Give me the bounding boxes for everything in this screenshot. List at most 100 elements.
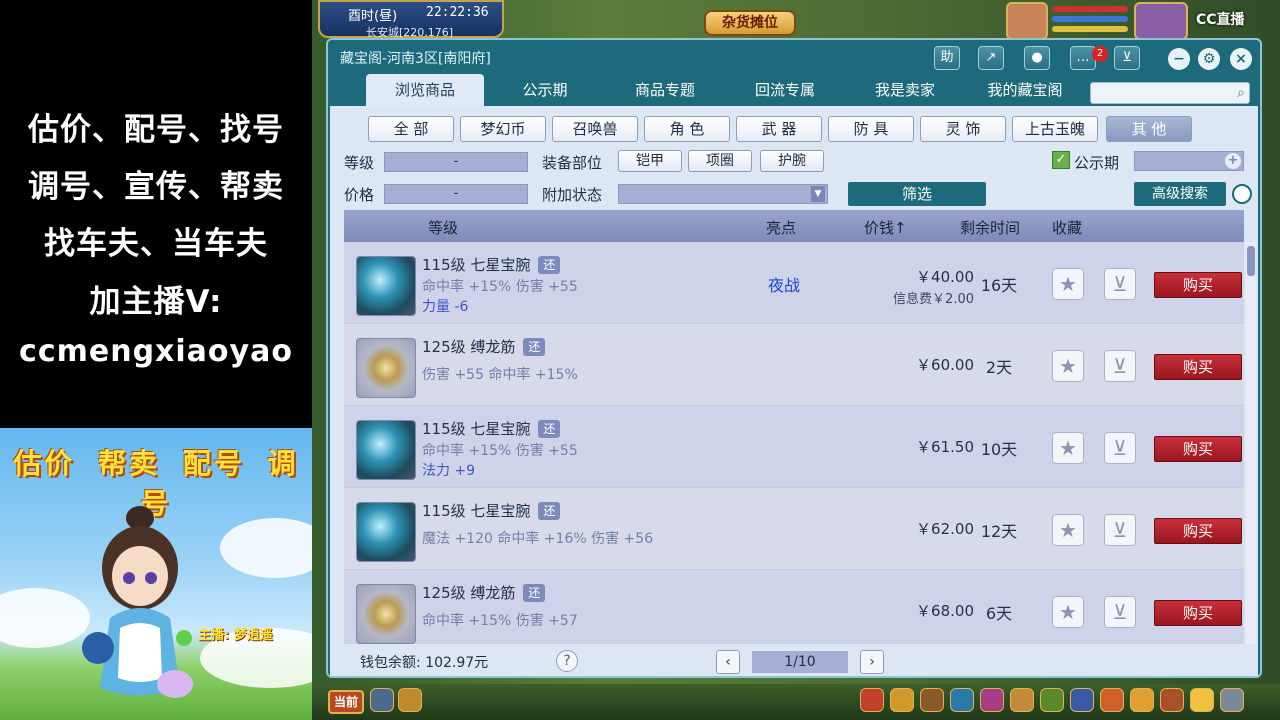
menu-shortcut-icon[interactable]	[1130, 688, 1154, 712]
menu-shortcut-icon[interactable]	[1010, 688, 1034, 712]
plus-icon[interactable]: +	[1225, 153, 1241, 169]
menu-shortcut-icon[interactable]	[1160, 688, 1184, 712]
prev-page-button[interactable]: ‹	[716, 650, 740, 674]
filter-button[interactable]: 筛选	[848, 182, 986, 206]
microphone-icon[interactable]	[370, 688, 394, 712]
window-title: 藏宝阁-河南3区[南阳府]	[340, 51, 491, 67]
table-header: 等级 亮点 价钱↑ 剩余时间 收藏	[344, 210, 1244, 242]
star-icon[interactable]: ★	[1052, 268, 1084, 300]
category-accessories-button[interactable]: 灵 饰	[920, 116, 1006, 142]
chat-bubble-icon[interactable]	[398, 688, 422, 712]
player-portrait[interactable]	[1134, 2, 1188, 40]
header-remaining-time[interactable]: 剩余时间	[960, 217, 1020, 238]
window-title-bar[interactable]: 藏宝阁-河南3区[南阳府] 助 ↗ ● … 2 ⊻ − ⚙ ×	[328, 40, 1260, 74]
bracelet-item-icon[interactable]	[356, 256, 416, 316]
category-weapons-button[interactable]: 武 器	[736, 116, 822, 142]
menu-shortcut-icon[interactable]	[980, 688, 1004, 712]
add-to-cart-icon[interactable]: ⊻	[1104, 350, 1136, 382]
item-name: 115级 七星宝腕还	[422, 500, 561, 521]
public-period-input[interactable]: +	[1134, 151, 1244, 171]
bracelet-item-icon[interactable]	[356, 502, 416, 562]
add-to-cart-icon[interactable]: ⊻	[1104, 514, 1136, 546]
share-icon[interactable]: ↗	[978, 46, 1004, 70]
tab-public-period[interactable]: 公示期	[486, 74, 604, 106]
table-row[interactable]: 125级 缚龙筋还 伤害 +55 命中率 +15% ￥60.00 2天 ★ ⊻ …	[344, 324, 1244, 406]
pagination-footer: 钱包余额: 102.97元 ? ‹ 1/10 ›	[328, 646, 1260, 676]
cc-live-logo: CC直播	[1196, 12, 1245, 28]
list-scrollbar[interactable]	[1246, 242, 1256, 676]
tab-returning-exclusive[interactable]: 回流专属	[726, 74, 844, 106]
buy-button[interactable]: 购买	[1154, 272, 1242, 298]
category-characters-button[interactable]: 角 色	[644, 116, 730, 142]
add-to-cart-icon[interactable]: ⊻	[1104, 432, 1136, 464]
search-icon[interactable]: ⌕	[1237, 85, 1245, 101]
category-other-button[interactable]: 其 他	[1106, 116, 1192, 142]
help-button[interactable]: 助	[934, 46, 960, 70]
tab-my-pavilion[interactable]: 我的藏宝阁	[966, 74, 1084, 106]
next-page-button[interactable]: ›	[860, 650, 884, 674]
header-price-sort[interactable]: 价钱↑	[864, 217, 907, 238]
table-row[interactable]: 115级 七星宝腕还 魔法 +120 命中率 +16% 伤害 +56 ￥62.0…	[344, 488, 1244, 570]
question-icon[interactable]: ?	[556, 650, 578, 672]
price-range-input[interactable]: -	[384, 184, 528, 204]
scrollbar-thumb[interactable]	[1247, 246, 1255, 276]
item-price: ￥40.00	[916, 268, 974, 286]
slot-armor-button[interactable]: 铠甲	[618, 150, 682, 172]
menu-shortcut-icon[interactable]	[860, 688, 884, 712]
public-period-checkbox[interactable]: ✓	[1052, 151, 1070, 169]
slot-bracer-button[interactable]: 护腕	[760, 150, 824, 172]
star-icon[interactable]: ★	[1052, 350, 1084, 382]
cart-icon[interactable]: ⊻	[1114, 46, 1140, 70]
tendon-item-icon[interactable]	[356, 338, 416, 398]
menu-shortcut-icon[interactable]	[1220, 688, 1244, 712]
buy-button[interactable]: 购买	[1154, 436, 1242, 462]
menu-shortcut-icon[interactable]	[1100, 688, 1124, 712]
menu-shortcut-icon[interactable]	[950, 688, 974, 712]
minimize-icon[interactable]: −	[1168, 48, 1190, 70]
buy-button[interactable]: 购买	[1154, 518, 1242, 544]
category-currency-button[interactable]: 梦幻币	[460, 116, 546, 142]
market-stall-button[interactable]: 杂货摊位	[704, 10, 796, 36]
star-icon[interactable]: ★	[1052, 514, 1084, 546]
record-icon[interactable]: ●	[1024, 46, 1050, 70]
header-level[interactable]: 等级	[428, 217, 458, 238]
category-all-button[interactable]: 全 部	[368, 116, 454, 142]
notification-badge: 2	[1092, 46, 1108, 62]
status-select[interactable]: ▼	[618, 184, 828, 204]
category-pets-button[interactable]: 召唤兽	[552, 116, 638, 142]
table-row[interactable]: 125级 缚龙筋还 命中率 +15% 伤害 +57 ￥68.00 6天 ★ ⊻ …	[344, 570, 1244, 652]
settings-icon[interactable]: ⚙	[1198, 48, 1220, 70]
buy-button[interactable]: 购买	[1154, 354, 1242, 380]
slot-collar-button[interactable]: 项圈	[688, 150, 752, 172]
add-to-cart-icon[interactable]: ⊻	[1104, 268, 1136, 300]
menu-shortcut-icon[interactable]	[920, 688, 944, 712]
table-row[interactable]: 115级 七星宝腕还 命中率 +15% 伤害 +55 力量 -6 夜战 ￥40.…	[344, 242, 1244, 324]
tab-browse-items[interactable]: 浏览商品	[366, 74, 484, 106]
menu-shortcut-icon[interactable]	[890, 688, 914, 712]
clock-icon[interactable]	[1232, 184, 1252, 204]
tendon-item-icon[interactable]	[356, 584, 416, 644]
close-icon[interactable]: ×	[1230, 48, 1252, 70]
tab-item-topics[interactable]: 商品专题	[606, 74, 724, 106]
category-armor-button[interactable]: 防 具	[828, 116, 914, 142]
add-to-cart-icon[interactable]: ⊻	[1104, 596, 1136, 628]
table-row[interactable]: 115级 七星宝腕还 命中率 +15% 伤害 +55 法力 +9 ￥61.50 …	[344, 406, 1244, 488]
bracelet-item-icon[interactable]	[356, 420, 416, 480]
header-highlight: 亮点	[766, 219, 797, 237]
star-icon[interactable]: ★	[1052, 432, 1084, 464]
menu-shortcut-icon[interactable]	[1070, 688, 1094, 712]
category-jade-button[interactable]: 上古玉魄	[1012, 116, 1098, 142]
star-icon[interactable]: ★	[1052, 596, 1084, 628]
level-range-input[interactable]: -	[384, 152, 528, 172]
search-input[interactable]: ⌕	[1090, 82, 1250, 104]
pet-portrait[interactable]	[1006, 2, 1048, 40]
promo-line: 加主播V:	[89, 284, 223, 320]
advanced-search-button[interactable]: 高级搜索	[1134, 182, 1226, 206]
tab-seller[interactable]: 我是卖家	[846, 74, 964, 106]
menu-shortcut-icon[interactable]	[1190, 688, 1214, 712]
chevron-down-icon[interactable]: ▼	[811, 186, 825, 202]
menu-shortcut-icon[interactable]	[1040, 688, 1064, 712]
status-filter-label: 附加状态	[542, 186, 603, 204]
buy-button[interactable]: 购买	[1154, 600, 1242, 626]
current-channel-button[interactable]: 当前	[328, 690, 364, 714]
